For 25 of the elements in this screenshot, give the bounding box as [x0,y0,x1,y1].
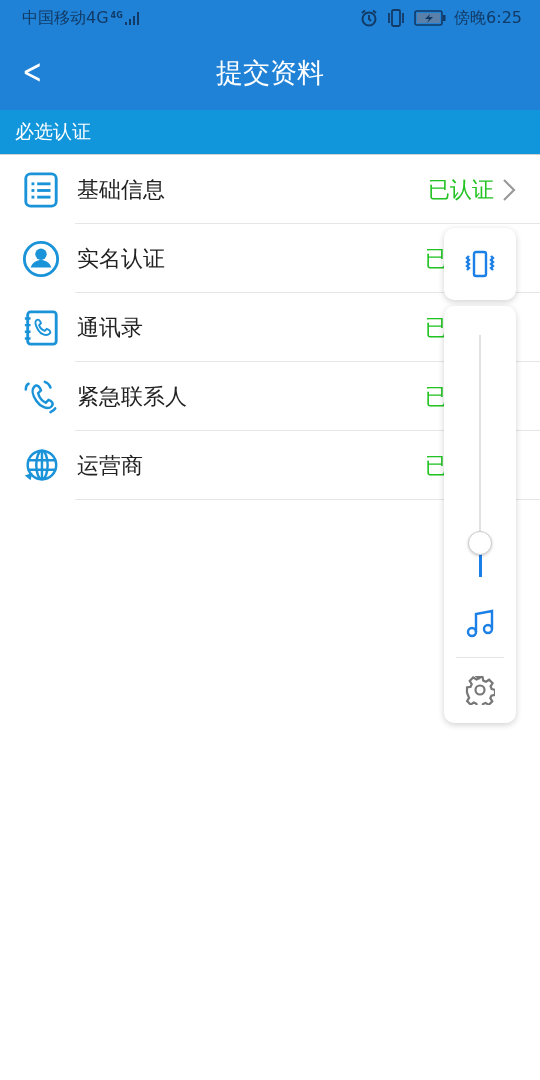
phone-book-icon [22,308,60,347]
music-note-icon[interactable] [466,608,494,638]
vibrate-icon [386,9,407,27]
row-label: 运营商 [77,451,144,480]
row-label: 紧急联系人 [77,382,188,411]
list-icon [22,170,60,209]
back-button[interactable]: < [19,54,46,88]
page-title: 提交资料 [216,56,324,90]
status-label: 已认证 [428,175,494,204]
battery-icon [414,10,447,26]
network-type: 4G [110,11,123,20]
row-label: 基础信息 [77,175,166,204]
section-title: 必选认证 [15,119,91,144]
vibrate-icon [465,250,495,278]
vibrate-button[interactable] [444,228,516,300]
list-row[interactable]: 基础信息 已认证 [0,155,540,224]
clock-time: 傍晚6:25 [454,7,522,29]
row-label: 通讯录 [77,313,144,342]
signal-icon [124,11,141,25]
settings-icon[interactable] [465,675,495,705]
alarm-icon [360,9,379,27]
slider-thumb[interactable] [468,531,492,556]
person-icon [22,239,60,278]
carrier-name: 中国移动4G [22,7,109,29]
row-label: 实名认证 [77,244,166,273]
